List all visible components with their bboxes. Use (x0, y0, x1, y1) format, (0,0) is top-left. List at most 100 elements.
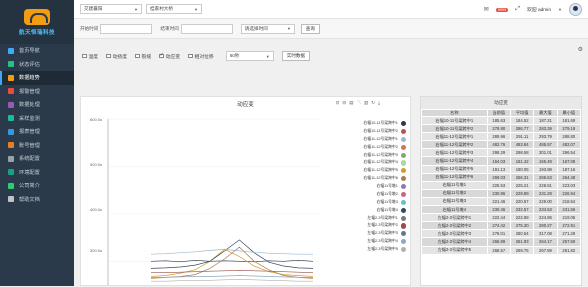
sidebar-item[interactable]: 帮助文档 (0, 193, 74, 207)
value-cell: 222.89 (509, 213, 535, 223)
column-header[interactable]: 最大值 (533, 109, 558, 117)
value-cell: 278.90 (486, 124, 511, 134)
query-button[interactable]: 查询 (300, 23, 320, 34)
value-cell: 232.57 (509, 205, 535, 215)
column-header[interactable]: 平均值 (509, 109, 535, 117)
sensor-name-cell: 右幅11-12号梁跨中2 (421, 140, 488, 150)
legend-item[interactable]: 左幅2-3号梁跨中1 (367, 215, 406, 221)
legend-item[interactable]: 右幅11号墩1 (377, 184, 406, 190)
sidebar-item[interactable]: 报表管理 (0, 125, 74, 139)
option-checkbox[interactable]: 温度 (82, 53, 98, 60)
project-select[interactable]: 交建襄阳 ▼ (80, 4, 142, 14)
data-type-checkboxes: 温度 动挠度 裂缝 动应变 相对位移 (82, 52, 222, 60)
value-cell: 181.69 (556, 115, 581, 126)
series-line[interactable] (151, 278, 313, 282)
realtime-data-button[interactable]: 实时数据 (281, 51, 311, 61)
notification-badge: 9999 (495, 7, 509, 12)
legend-label: 左幅2-3号梁跨中5 (367, 247, 398, 252)
chevron-down-icon: ▼ (265, 53, 270, 59)
stats-table: 名称 当前值 平均值 最大值 最小值 右幅10-11号梁跨中1 185.63 184.52 1… (421, 109, 581, 255)
legend-item[interactable]: 右幅11-12号梁跨中3 (363, 152, 406, 158)
welcome-text[interactable]: 欢迎 admin (527, 6, 551, 13)
sensor-name-cell: 右幅11号墩2 (421, 188, 488, 198)
data-type-options: 温度 动挠度 裂缝 动应变 相对位移 60秒 ▼ 实时数据 (74, 47, 588, 65)
legend-item[interactable]: 右幅11-12号梁跨中1 (363, 136, 406, 142)
column-header[interactable]: 名称 (421, 109, 488, 117)
checkbox-icon[interactable] (159, 52, 164, 59)
time-range-value: 请选择时间 (244, 25, 268, 31)
sidebar-item[interactable]: 采样监测 (0, 112, 74, 126)
end-time-input[interactable] (180, 23, 233, 34)
legend-item[interactable]: 左幅2-3号梁跨中2 (367, 223, 406, 229)
notification-icon[interactable]: ✉ (484, 6, 489, 13)
interval-select[interactable]: 60秒 ▼ (225, 51, 274, 61)
nav-icon (8, 74, 14, 81)
column-header[interactable]: 当前值 (486, 109, 511, 117)
checkbox-icon[interactable] (82, 53, 87, 59)
sidebar-item[interactable]: 环境配置 (0, 166, 74, 180)
chevron-down-icon[interactable]: ▼ (558, 7, 562, 12)
bridge-select-value: 桂家村大桥 (150, 6, 173, 11)
legend-dot-icon (400, 223, 406, 229)
value-cell: 288.80 (556, 132, 581, 142)
sensor-name-cell: 左幅2-3号梁跨中3 (421, 229, 488, 239)
option-checkbox[interactable]: 相对位移 (188, 53, 214, 60)
sidebar-item-label: 状态评估 (19, 61, 40, 68)
legend-item[interactable]: 右幅11号墩3 (377, 199, 406, 205)
legend-item[interactable]: 左幅2-3号梁跨中5 (367, 247, 406, 253)
value-cell: 229.89 (509, 188, 535, 198)
value-cell: 266.31 (509, 172, 535, 182)
sidebar-item[interactable]: 账号管理 (0, 139, 74, 153)
sidebar: 航天恒瑞科技 首页导航 状态评估 数据趋势 报警管理 数据处理 采样监测 报表管理 账号管理系… (0, 0, 74, 286)
option-checkbox[interactable]: 动挠度 (106, 53, 127, 60)
sidebar-item[interactable]: 首页导航 (0, 44, 74, 58)
checkbox-icon[interactable] (106, 53, 111, 59)
legend-label: 左幅2-3号梁跨中2 (367, 223, 398, 228)
chevron-down-icon: ▼ (286, 26, 291, 31)
start-time-input[interactable] (100, 23, 153, 34)
column-header[interactable]: 最小值 (556, 109, 581, 117)
sidebar-item[interactable]: 系统配置 (0, 152, 74, 166)
legend-dot-icon (400, 136, 406, 142)
option-checkbox[interactable]: 裂缝 (135, 53, 151, 60)
legend-item[interactable]: 右幅10-11号梁跨中1 (363, 121, 406, 127)
table-row: 右幅11号墩3 221.46 220.67 229.00 218.64 (421, 196, 581, 207)
value-cell: 234.53 (533, 205, 558, 215)
legend-item[interactable]: 右幅11-12号梁跨中5 (363, 168, 406, 174)
legend-label: 左幅2-3号梁跨中4 (367, 239, 398, 244)
legend-item[interactable]: 右幅10-11号梁跨中2 (363, 128, 406, 135)
value-cell: 280.54 (509, 229, 535, 239)
legend-item[interactable]: 右幅11-12号梁跨中6 (363, 176, 406, 182)
sidebar-item-label: 数据处理 (19, 102, 40, 109)
sidebar-item[interactable]: 状态评估 (0, 58, 74, 72)
sidebar-item[interactable]: 数据处理 (0, 98, 74, 112)
option-label: 相对位移 (194, 54, 214, 60)
end-time-label: 结束时间 (160, 25, 179, 31)
fullscreen-icon[interactable]: ⤢ (515, 6, 520, 13)
sidebar-item[interactable]: 公司简介 (0, 179, 74, 193)
legend-item[interactable]: 右幅11-12号梁跨中2 (363, 144, 406, 150)
value-cell: 482.76 (486, 140, 511, 150)
legend-item[interactable]: 右幅11号墩4 (377, 207, 406, 213)
legend-item[interactable]: 左幅2-3号梁跨中3 (367, 231, 406, 237)
sensor-name-cell: 左幅2-3号梁跨中5 (421, 245, 488, 255)
value-cell: 483.84 (509, 140, 535, 150)
checkbox-icon[interactable] (135, 53, 140, 59)
sidebar-item[interactable]: 报警管理 (0, 85, 74, 99)
bridge-select[interactable]: 桂家村大桥 ▼ (146, 4, 202, 14)
series-line[interactable] (151, 269, 314, 274)
value-cell: 226.51 (533, 180, 558, 190)
sidebar-nav: 首页导航状态评估数据趋势 报警管理数据处理采样监测 报表管理 账号管理 系统配置 环境配置… (0, 44, 74, 206)
value-cell: 296.54 (556, 148, 581, 158)
legend-item[interactable]: 左幅2-3号梁跨中4 (367, 239, 406, 245)
sidebar-item[interactable]: 数据趋势 (0, 71, 74, 85)
legend-item[interactable]: 右幅11-12号梁跨中4 (363, 160, 406, 166)
series-line[interactable] (150, 249, 313, 255)
time-range-select[interactable]: 请选择时间 ▼ (240, 23, 295, 34)
option-checkbox[interactable]: 动应变 (159, 52, 180, 60)
legend-item[interactable]: 右幅11号墩2 (377, 191, 406, 198)
checkbox-icon[interactable] (188, 53, 193, 59)
value-cell: 274.42 (486, 221, 511, 231)
gear-icon[interactable]: ⚙ (578, 46, 583, 53)
avatar[interactable] (569, 3, 582, 16)
